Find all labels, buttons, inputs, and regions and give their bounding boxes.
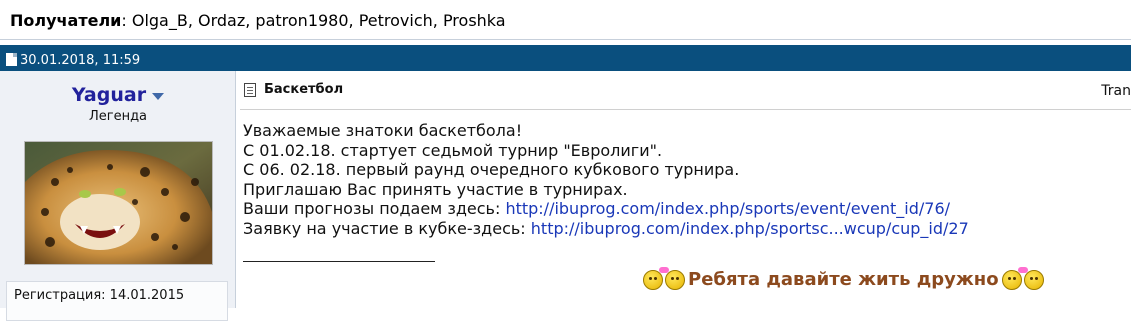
forecast-link[interactable]: http://ibuprog.com/index.php/sports/even…	[505, 199, 950, 218]
registration-box: Регистрация: 14.01.2015	[6, 281, 228, 321]
smiley-icon	[665, 269, 685, 290]
cup-link[interactable]: http://ibuprog.com/index.php/sportsc...w…	[531, 219, 969, 238]
message-line: Уважаемые знатоки баскетбола!	[243, 121, 523, 140]
author-username[interactable]: Yaguar	[72, 84, 146, 106]
chevron-down-icon[interactable]	[152, 93, 165, 100]
post-header: 30.01.2018, 11:59	[0, 45, 1131, 71]
author-sidebar: Yaguar Легенда Регистрация: 14.01.2015	[0, 71, 236, 321]
message-line: Приглашаю Вас принять участие в турнирах…	[243, 179, 628, 199]
author-rank: Легенда	[88, 109, 148, 124]
post-datetime: 30.01.2018, 11:59	[20, 53, 141, 68]
leopard-avatar-image	[25, 142, 212, 264]
post-title-row: Баскетбол	[244, 82, 343, 97]
post-title: Баскетбол	[264, 82, 344, 97]
document-icon	[244, 82, 256, 97]
title-divider	[240, 109, 1131, 110]
recipients-bar: Получатели: Olga_B, Ordaz, patron1980, P…	[0, 0, 1131, 40]
message-body: Уважаемые знатоки баскетбола! С 01.02.18…	[243, 121, 969, 238]
bow-icon	[1017, 266, 1028, 273]
cup-line: Заявку на участие в кубке-здесь: http://…	[243, 219, 969, 239]
forecast-prefix: Ваши прогнозы подаем здесь:	[243, 199, 506, 218]
smiley-icon	[1001, 269, 1022, 290]
message-line: С 06. 02.18. первый раунд очередного куб…	[243, 160, 740, 179]
cup-prefix: Заявку на участие в кубке-здесь:	[243, 218, 531, 238]
forecast-line: Ваши прогнозы подаем здесь: http://ibupr…	[243, 199, 969, 219]
username-row: Yaguar	[0, 84, 236, 106]
message-line: С 01.02.18. стартует седьмой турнир "Евр…	[243, 140, 663, 160]
smiley-icon	[1023, 269, 1044, 290]
translate-link[interactable]: Tran	[1101, 83, 1131, 99]
smiley-icon	[643, 269, 663, 290]
signature-divider	[243, 261, 435, 262]
recipients-label: Получатели	[10, 11, 122, 30]
avatar[interactable]	[24, 141, 213, 265]
signature-text: Ребята давайте жить дружно	[688, 269, 999, 290]
post-document-icon	[6, 52, 17, 66]
signature: Ребята давайте жить дружно	[643, 266, 1044, 290]
recipients-list: : Olga_B, Ordaz, patron1980, Petrovich, …	[121, 11, 506, 30]
registration-date: Регистрация: 14.01.2015	[14, 288, 185, 303]
